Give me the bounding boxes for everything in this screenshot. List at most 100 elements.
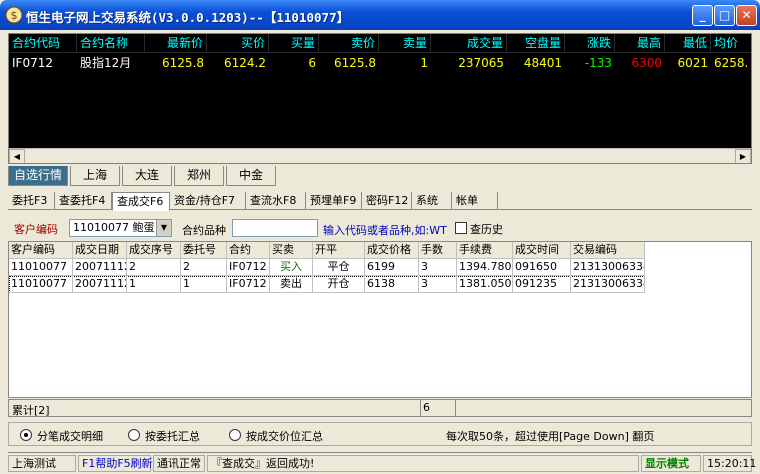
column-header-order-no[interactable]: 委托号	[181, 242, 227, 259]
svg-text:$: $	[11, 9, 18, 22]
table-cell-trade-no: 1	[127, 276, 181, 293]
table-row[interactable]: 11010077 20071112 1 1 IF0712 卖出 开仓 6138 3 1381.05…	[9, 276, 645, 293]
chevron-down-icon[interactable]: ▼	[156, 220, 171, 236]
quote-header-name[interactable]: 合约名称	[77, 34, 145, 53]
quote-cell-bid: 6124.2	[224, 56, 266, 70]
minimize-button[interactable]: _	[692, 5, 713, 26]
quote-header-last[interactable]: 最新价	[145, 34, 207, 53]
radio-by-order[interactable]	[128, 429, 140, 441]
column-header-lots[interactable]: 手数	[419, 242, 457, 259]
app-icon: $	[5, 6, 23, 24]
scroll-left-icon[interactable]: ◀	[9, 149, 25, 163]
quote-header-volume[interactable]: 成交量	[431, 34, 507, 53]
tab-system[interactable]: 系统	[412, 192, 452, 210]
contract-hint: 输入代码或者品种,如:WT	[323, 224, 447, 237]
quote-header-bid[interactable]: 买价	[207, 34, 269, 53]
column-header-contract[interactable]: 合约	[227, 242, 270, 259]
column-header-date[interactable]: 成交日期	[73, 242, 127, 259]
quote-header-change[interactable]: 涨跌	[565, 34, 615, 53]
quote-header-avg[interactable]: 均价	[711, 34, 751, 53]
table-cell-time: 091650	[513, 259, 571, 276]
summary-mode-group: 分笔成交明细 按委托汇总 按成交价位汇总 每次取50条，超过使用[Page Do…	[8, 422, 752, 446]
summary-total: 6	[420, 400, 456, 416]
tab-order[interactable]: 委托F3	[8, 192, 55, 210]
status-comm: 通讯正常	[153, 455, 205, 472]
column-header-time[interactable]: 成交时间	[513, 242, 571, 259]
tab-dalian[interactable]: 大连	[122, 166, 172, 186]
quote-header-low[interactable]: 最低	[665, 34, 711, 53]
quote-header: 合约代码 合约名称 最新价 买价 买量 卖价 卖量 成交量 空盘量 涨跌 最高 最低 均价	[9, 34, 751, 53]
scroll-right-icon[interactable]: ▶	[735, 149, 751, 163]
table-cell-contract: IF0712	[227, 276, 270, 293]
column-header-fee[interactable]: 手续费	[457, 242, 513, 259]
status-mode: 显示模式	[641, 455, 701, 472]
status-location: 上海测试	[8, 455, 76, 472]
history-label: 查历史	[470, 223, 503, 236]
status-help: F1帮助F5刷新	[78, 455, 153, 472]
table-cell-client: 11010077	[9, 259, 73, 276]
tab-query-trade[interactable]: 查成交F6	[112, 192, 170, 211]
tab-zhengzhou[interactable]: 郑州	[174, 166, 224, 186]
maximize-button[interactable]: □	[714, 5, 735, 26]
status-bar: 上海测试 F1帮助F5刷新 通讯正常 『查成交』返回成功! 显示模式 15:20…	[8, 452, 756, 472]
column-header-side[interactable]: 买卖	[270, 242, 313, 259]
quote-header-bid-vol[interactable]: 买量	[269, 34, 319, 53]
tab-statement[interactable]: 帐单	[452, 192, 498, 210]
quote-cell-open-interest: 48401	[523, 56, 562, 70]
history-checkbox[interactable]	[455, 222, 467, 234]
tab-funds-positions[interactable]: 资金/持仓F7	[170, 192, 246, 210]
minimize-icon: _	[699, 8, 706, 22]
table-cell-date: 20071112	[73, 259, 127, 276]
column-header-open-close[interactable]: 开平	[313, 242, 365, 259]
table-cell-trade-code: 213130063342	[571, 259, 645, 276]
tab-query-flow[interactable]: 查流水F8	[246, 192, 306, 210]
quote-cell-last: 6125.8	[162, 56, 204, 70]
table-row[interactable]: 11010077 20071112 2 2 IF0712 买入 平仓 6199 3 1394.78…	[9, 259, 645, 276]
column-header-price[interactable]: 成交价格	[365, 242, 419, 259]
table-cell-fee: 1394.7800	[457, 259, 513, 276]
status-time: 15:20:11	[703, 455, 756, 472]
tab-password[interactable]: 密码F12	[362, 192, 412, 210]
quote-header-ask-vol[interactable]: 卖量	[379, 34, 431, 53]
table-cell-open-close: 平仓	[313, 259, 365, 276]
radio-by-order-label[interactable]: 按委托汇总	[145, 428, 200, 444]
tab-query-order[interactable]: 查委托F4	[55, 192, 112, 210]
tab-watchlist[interactable]: 自选行情	[8, 166, 68, 186]
quote-cell-code: IF0712	[12, 56, 53, 70]
summary-label: 累计[2]	[12, 404, 50, 417]
table-cell-price: 6138	[365, 276, 419, 293]
close-button[interactable]: ✕	[736, 5, 757, 26]
quote-header-ask[interactable]: 卖价	[319, 34, 379, 53]
quote-row[interactable]: IF0712 股指12月 6125.8 6124.2 6 6125.8 1 237065 484…	[9, 54, 751, 72]
client-code-select[interactable]: 11010077 鲍蛋 ▼	[69, 219, 172, 237]
quote-header-code[interactable]: 合约代码	[9, 34, 77, 53]
quote-panel: 合约代码 合约名称 最新价 买价 买量 卖价 卖量 成交量 空盘量 涨跌 最高 最低 均价 IF0712…	[8, 33, 752, 164]
quote-cell-high: 6300	[631, 56, 662, 70]
column-header-trade-code[interactable]: 交易编码	[571, 242, 645, 259]
quote-header-open-interest[interactable]: 空盘量	[507, 34, 565, 53]
radio-by-price-label[interactable]: 按成交价位汇总	[246, 428, 323, 444]
column-header-client[interactable]: 客户编码	[9, 242, 73, 259]
quote-hscrollbar[interactable]: ◀ ▶	[9, 148, 751, 163]
table-cell-order-no: 2	[181, 259, 227, 276]
quote-header-high[interactable]: 最高	[615, 34, 665, 53]
tab-preorder[interactable]: 预埋单F9	[306, 192, 362, 210]
title-bar: $ 恒生电子网上交易系统(V3.0.0.1203)--【11010077】 _ …	[0, 0, 760, 30]
table-cell-trade-no: 2	[127, 259, 181, 276]
table-cell-contract: IF0712	[227, 259, 270, 276]
table-cell-open-close: 开仓	[313, 276, 365, 293]
column-header-trade-no[interactable]: 成交序号	[127, 242, 181, 259]
close-icon: ✕	[741, 8, 752, 22]
client-code-value: 11010077 鲍蛋	[73, 221, 155, 234]
tab-cffex[interactable]: 中金	[226, 166, 276, 186]
paging-hint: 每次取50条，超过使用[Page Down] 翻页	[446, 430, 655, 443]
quote-cell-avg: 6258.	[714, 56, 749, 70]
tab-shanghai[interactable]: 上海	[70, 166, 120, 186]
quote-cell-name: 股指12月	[80, 56, 132, 70]
trade-table: 客户编码 成交日期 成交序号 委托号 合约 买卖 开平 成交价格 手数 手续费 成交时间 交易编码 11…	[8, 241, 752, 398]
function-tabs: 委托F3 查委托F4 查成交F6 资金/持仓F7 查流水F8 预埋单F9 密码F…	[8, 192, 752, 211]
radio-detail-label[interactable]: 分笔成交明细	[37, 428, 103, 444]
radio-detail[interactable]	[20, 429, 32, 441]
radio-by-price[interactable]	[229, 429, 241, 441]
contract-input[interactable]	[232, 219, 318, 237]
